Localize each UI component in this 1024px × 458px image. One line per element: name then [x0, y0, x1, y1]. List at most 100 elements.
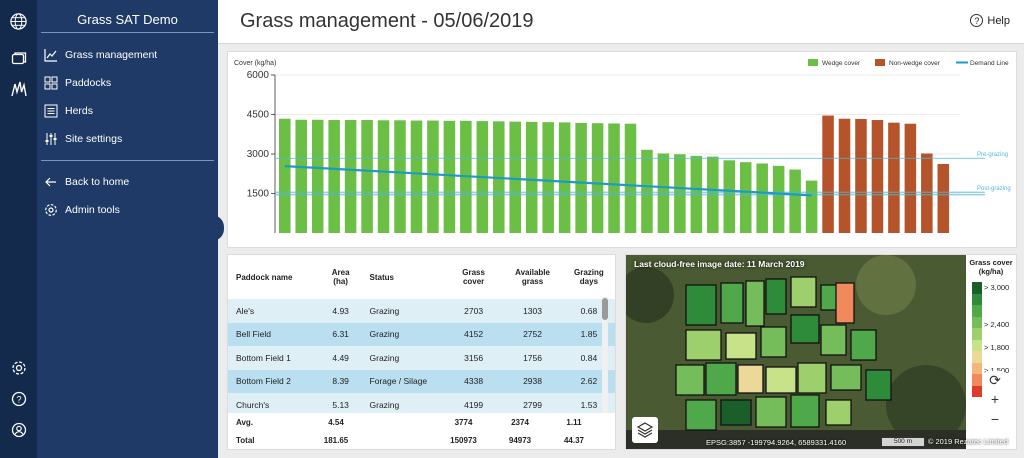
map-coordinates: EPSG:3857 -199794.9264, 6589331.4160	[706, 438, 847, 447]
wedge-bar	[509, 121, 522, 233]
table-row[interactable]: Bottom Field 1 4.49 Grazing 3156 1756 0.84	[228, 346, 615, 370]
legend-swatch	[972, 339, 982, 351]
nav-site-settings[interactable]: Site settings	[43, 128, 122, 150]
nonwedge-bar	[822, 115, 834, 233]
nav-label: Site settings	[65, 133, 123, 145]
paddock-polygon[interactable]	[675, 364, 705, 396]
wedge-bar	[344, 120, 357, 233]
paddock-polygon[interactable]	[790, 276, 817, 308]
nav-back-to-home[interactable]: Back to home	[43, 171, 129, 193]
paddock-polygon[interactable]	[790, 314, 820, 344]
map-imagery[interactable]	[626, 255, 968, 450]
column-header[interactable]: Area (ha)	[320, 255, 362, 299]
paddock-polygon[interactable]	[685, 284, 717, 326]
paddock-polygon[interactable]	[790, 394, 820, 428]
column-header[interactable]: Available grass	[502, 255, 563, 299]
paddock-polygon[interactable]	[765, 366, 797, 394]
wedge-bar	[723, 160, 736, 233]
svg-text:?: ?	[16, 394, 21, 404]
zoom-out-button[interactable]: −	[986, 410, 1004, 428]
paddock-polygon[interactable]	[685, 329, 722, 361]
table-row[interactable]: Ale's 4.93 Grazing 2703 1303 0.68	[228, 299, 615, 323]
legend-label: > 3,000	[984, 283, 1010, 292]
nav-admin-tools[interactable]: Admin tools	[43, 199, 120, 221]
wedge-bar	[756, 163, 768, 233]
paddock-polygon[interactable]	[705, 362, 737, 396]
reference-line-label: Post-grazing	[977, 186, 1011, 192]
wedge-bar	[772, 165, 785, 233]
page-title: Grass management - 05/06/2019	[240, 10, 534, 32]
wedge-bar	[311, 119, 324, 233]
page-header: Grass management - 05/06/2019 ? Help	[218, 0, 1024, 44]
sidebar-divider	[41, 160, 214, 161]
legend-swatch	[972, 305, 982, 317]
paddock-polygon[interactable]	[865, 369, 892, 401]
paddock-table: Paddock name Area (ha) Status Grass cover Avai…	[228, 255, 615, 417]
table-cell: Bottom Field 2	[228, 369, 320, 393]
nav-label: Paddocks	[65, 77, 112, 89]
sidebar-collapse-handle[interactable]	[212, 215, 224, 241]
satellite-map[interactable]: Last cloud-free image date: 11 March 201…	[625, 254, 1017, 450]
zoom-in-button[interactable]: +	[986, 390, 1004, 408]
wedge-bar	[410, 120, 423, 233]
paddock-polygon[interactable]	[850, 329, 877, 361]
nav-grass-management[interactable]: Grass management	[43, 44, 157, 66]
nav-label: Back to home	[65, 176, 130, 188]
nonwedge-bar	[871, 120, 884, 233]
nav-paddocks[interactable]: Paddocks	[43, 72, 111, 94]
paddock-polygon[interactable]	[797, 362, 827, 394]
table-cell: 1756	[502, 346, 563, 370]
paddock-polygon[interactable]	[725, 332, 757, 360]
column-header[interactable]: Grazing days	[563, 255, 615, 299]
paddock-polygon[interactable]	[745, 280, 765, 327]
wedge-bar	[295, 119, 307, 233]
paddock-polygon[interactable]	[825, 399, 852, 426]
nav-label: Admin tools	[65, 204, 120, 216]
paddock-polygon[interactable]	[720, 399, 752, 426]
paddock-polygon[interactable]	[685, 399, 717, 431]
legend-title: Grass cover (kg/ha)	[969, 258, 1013, 276]
paddock-polygon[interactable]	[765, 278, 787, 315]
paddock-polygon[interactable]	[760, 326, 787, 358]
paddock-polygon[interactable]	[720, 282, 744, 324]
help-button[interactable]: ? Help	[970, 14, 1010, 27]
table-scrollbar[interactable]	[602, 297, 608, 427]
footer-cell: 1.11	[566, 417, 582, 427]
globe-logo-icon[interactable]	[9, 12, 28, 31]
windows-icon[interactable]	[9, 49, 28, 68]
paddock-polygon[interactable]	[820, 324, 847, 356]
scrollbar-thumb[interactable]	[602, 298, 608, 320]
reset-rotation-button[interactable]: ⟳	[986, 371, 1004, 389]
nonwedge-bar	[855, 118, 867, 233]
map-image-date: Last cloud-free image date: 11 March 201…	[634, 259, 805, 269]
help-icon: ?	[970, 14, 984, 27]
grass-icon[interactable]	[9, 79, 28, 98]
y-tick-label: 1500	[247, 189, 270, 200]
y-tick-label: 3000	[247, 149, 270, 160]
layers-button[interactable]	[632, 417, 658, 443]
wedge-bar	[641, 149, 653, 233]
column-header[interactable]: Paddock name	[228, 255, 320, 299]
user-icon[interactable]	[9, 420, 28, 439]
table-cell: 2938	[502, 369, 563, 393]
legend-label: > 2,400	[984, 320, 1010, 329]
footer-cell: 94973	[508, 435, 532, 445]
nav-label: Grass management	[65, 49, 158, 61]
paddock-polygon[interactable]	[835, 282, 855, 324]
paddock-polygon[interactable]	[755, 396, 787, 428]
help-circle-icon[interactable]: ?	[9, 389, 28, 408]
table-cell: Grazing	[361, 346, 445, 370]
nav-herds[interactable]: Herds	[43, 100, 93, 122]
table-row[interactable]: Bell Field 6.31 Grazing 4152 2752 1.85	[228, 322, 615, 346]
column-header[interactable]: Grass cover	[445, 255, 502, 299]
column-header[interactable]: Status	[362, 255, 445, 299]
app-title: Grass SAT Demo	[41, 0, 214, 33]
sliders-icon	[43, 131, 59, 147]
gear-icon	[43, 202, 59, 218]
settings-icon[interactable]	[9, 358, 28, 377]
paddock-polygon[interactable]	[830, 364, 862, 391]
table-row[interactable]: Bottom Field 2 8.39 Forage / Silage 4338 293…	[228, 369, 615, 393]
wedge-bar	[427, 120, 439, 233]
paddock-polygon[interactable]	[737, 364, 764, 394]
legend-swatch	[972, 385, 982, 397]
